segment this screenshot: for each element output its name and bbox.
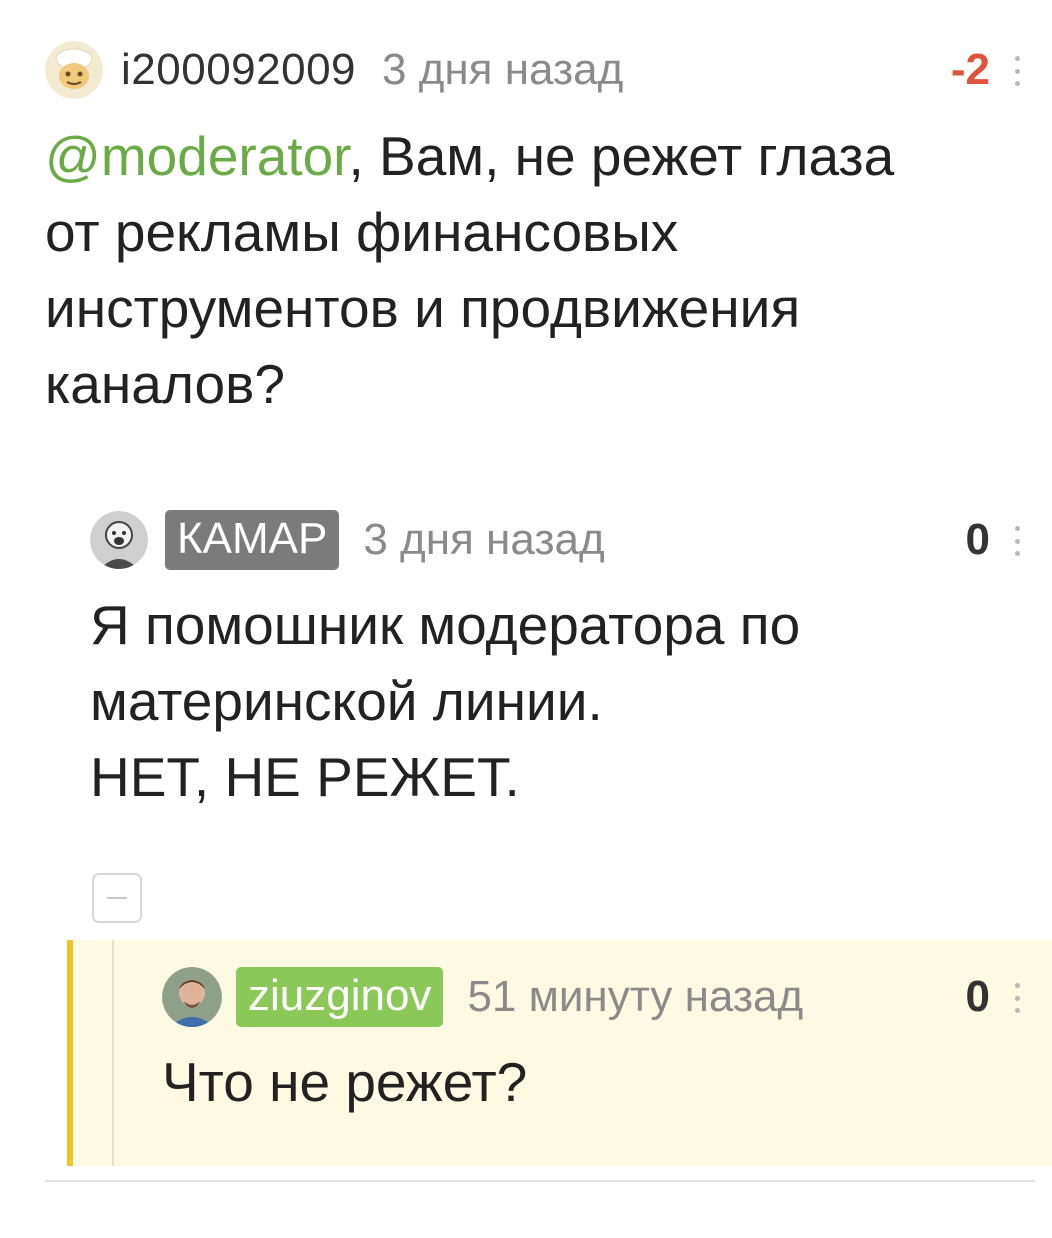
comment-text: Я помошник модератора по материнской лин… (90, 594, 801, 808)
user-mention[interactable]: @moderator (45, 125, 348, 187)
comment-time[interactable]: 3 дня назад (363, 515, 604, 565)
comment-header: i200092009 3 дня назад (45, 35, 623, 105)
author-badge[interactable]: КАМАР (165, 510, 340, 570)
avatar[interactable] (162, 967, 222, 1027)
comment-time[interactable]: 51 минуту назад (467, 972, 803, 1022)
collapse-thread-button[interactable] (92, 873, 142, 923)
comment-time[interactable]: 3 дня назад (382, 45, 623, 95)
author-name[interactable]: i200092009 (121, 45, 356, 95)
comment-rating: 0 (965, 972, 990, 1021)
thread-line[interactable] (112, 940, 114, 1166)
divider (45, 1180, 1035, 1182)
more-icon[interactable] (1014, 983, 1020, 1013)
comment-text: @moderator, Вам, не режет глаза от рекла… (45, 118, 1035, 422)
comment-header: КАМАР 3 дня назад (90, 505, 605, 575)
more-icon[interactable] (1014, 56, 1020, 86)
photo-avatar-icon (162, 967, 222, 1027)
avatar[interactable] (45, 41, 103, 99)
avatar[interactable] (90, 511, 148, 569)
more-icon[interactable] (1014, 526, 1020, 556)
comment-rating: -2 (950, 45, 990, 94)
minus-icon (107, 897, 127, 899)
comment-text: Что не режет? (162, 1051, 528, 1113)
new-comment-marker (67, 940, 73, 1166)
author-badge[interactable]: ziuzginov (236, 967, 444, 1027)
photo-avatar-icon (90, 511, 148, 569)
cartoon-avatar-icon (45, 41, 103, 99)
comment-header: ziuzginov 51 минуту назад (162, 962, 803, 1032)
comment-rating: 0 (965, 515, 990, 564)
